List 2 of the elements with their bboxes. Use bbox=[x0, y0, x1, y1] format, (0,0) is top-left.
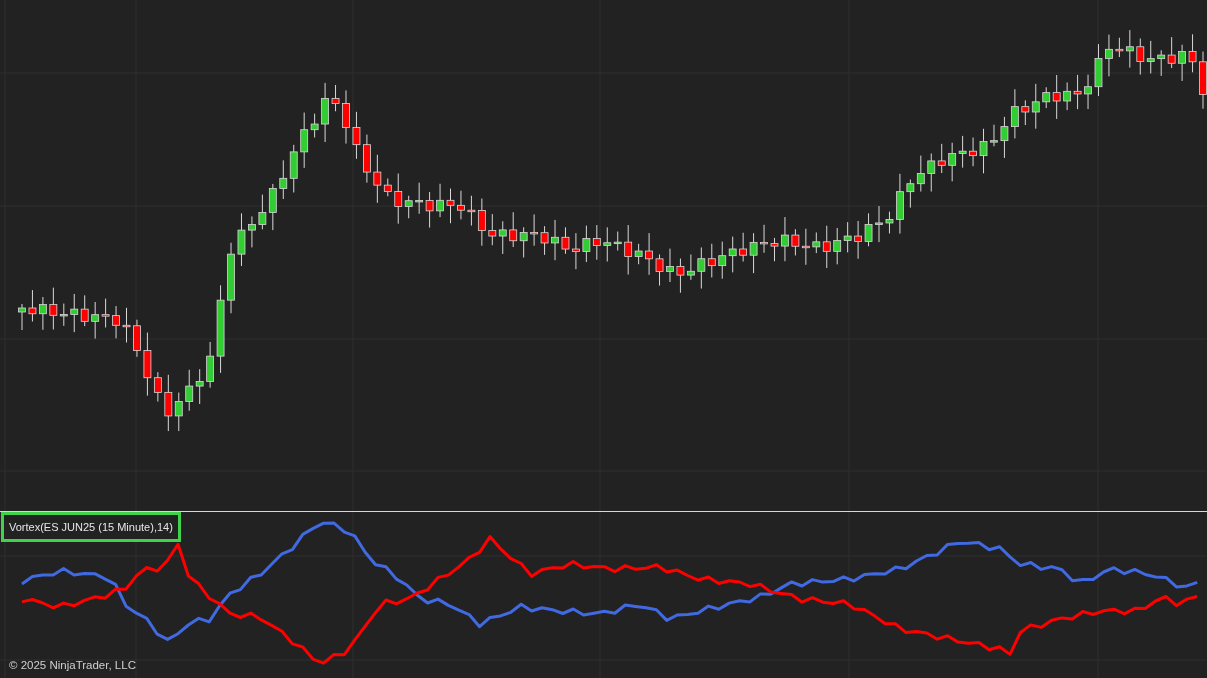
copyright-text: © 2025 NinjaTrader, LLC bbox=[9, 659, 136, 671]
indicator-label: Vortex(ES JUN25 (15 Minute),14) bbox=[1, 512, 181, 542]
